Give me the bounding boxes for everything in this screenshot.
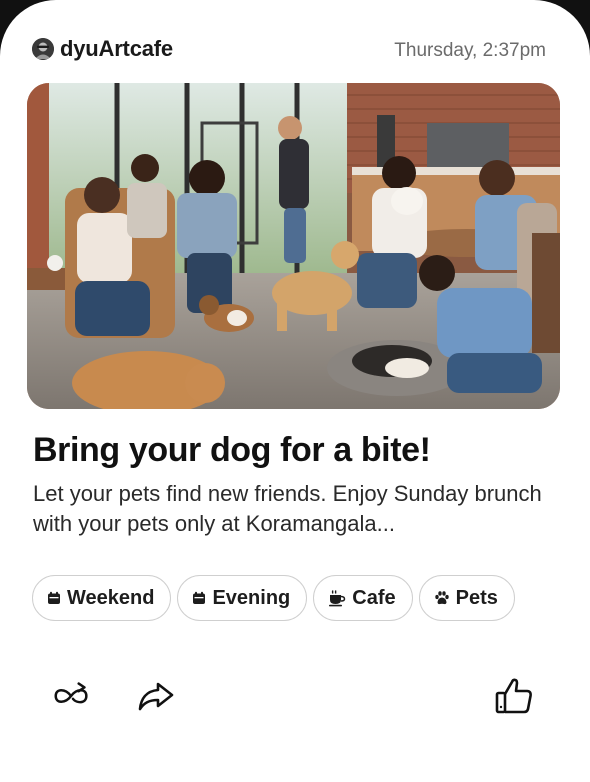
- coffee-cup-icon: [329, 590, 346, 607]
- tag-list: Weekend Evening Cafe Pets: [32, 575, 515, 621]
- tag-pets[interactable]: Pets: [418, 575, 515, 621]
- tag-label: Evening: [212, 586, 291, 609]
- post-image[interactable]: [27, 83, 560, 409]
- repost-button[interactable]: [50, 676, 94, 716]
- brand-avatar[interactable]: [32, 38, 54, 60]
- tag-evening[interactable]: Evening: [177, 575, 308, 621]
- post-title: Bring your dog for a bite!: [33, 431, 431, 469]
- post-description: Let your pets find new friends. Enjoy Su…: [33, 481, 542, 536]
- tag-label: Pets: [455, 586, 498, 609]
- post-actions: [0, 676, 590, 716]
- brand-name[interactable]: dyuArtcafe: [60, 36, 173, 62]
- calendar-icon: [48, 591, 60, 604]
- calendar-icon: [193, 591, 206, 604]
- thumbs-up-icon: [495, 678, 532, 714]
- like-button[interactable]: [492, 676, 536, 716]
- repost-icon: [54, 682, 88, 704]
- paw-icon: [434, 591, 449, 605]
- share-button[interactable]: [134, 676, 178, 716]
- brand[interactable]: dyuArtcafe: [32, 36, 173, 62]
- tag-label: Cafe: [352, 586, 396, 609]
- post-card: dyuArtcafe Thursday, 2:37pm Bring your d…: [0, 0, 590, 782]
- tag-weekend[interactable]: Weekend: [32, 575, 172, 621]
- tag-label: Weekend: [67, 586, 155, 609]
- post-timestamp: Thursday, 2:37pm: [394, 40, 546, 61]
- post-header: dyuArtcafe Thursday, 2:37pm: [32, 36, 560, 66]
- tag-cafe[interactable]: Cafe: [313, 575, 413, 621]
- share-arrow-icon: [138, 682, 174, 711]
